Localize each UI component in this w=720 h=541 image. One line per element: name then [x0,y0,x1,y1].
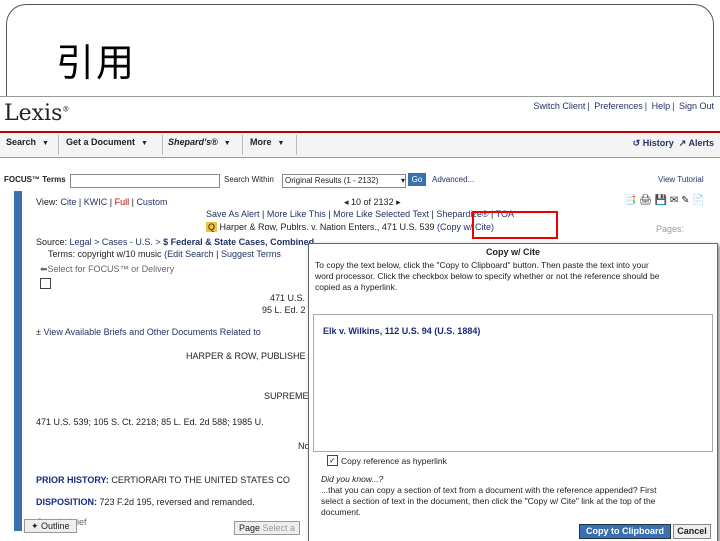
cite-text: Elk v. Wilkins, 112 U.S. 94 (U.S. 1884) [323,326,481,336]
doc-title-row: Q Harper & Row, Publrs. v. Nation Enters… [206,222,494,232]
did-you-know-title: Did you know...? [321,474,384,484]
chevron-down-icon: ▼ [223,140,231,147]
chevron-down-icon: ▾ [400,176,405,185]
highlight-box [472,211,558,239]
source-row: Source: Legal > Cases - U.S. > $ Federal… [36,237,315,247]
slide-title: 引用 [56,41,137,85]
advanced-link[interactable]: Advanced... [432,175,474,184]
history-icon: ↺ [632,138,641,148]
bottom-tabs: ✦ Outline Page Select a [24,519,301,535]
source-path-link[interactable]: Legal > Cases - U.S. > [70,237,161,247]
view-cite[interactable]: Cite [60,197,76,207]
chevron-down-icon: ▼ [42,140,49,147]
doc-tools-icons[interactable]: 📑 🖨 💾 ✉ ✎ 📄 [624,195,705,206]
nav-search[interactable]: Search ▼ [6,137,49,147]
nav-right: ↺ History ↗ Alerts [633,138,714,149]
nav-more[interactable]: More ▼ [250,137,284,147]
more-like-this-link[interactable]: More Like This [267,209,326,219]
focus-terms-input[interactable] [70,174,220,188]
copy-w-cite-dialog: Copy w/ Cite To copy the text below, cli… [308,243,718,541]
cite-line-2: 95 L. Ed. 2 [262,305,306,315]
lexis-logo: Lexis® [4,101,70,126]
pager[interactable]: ◂ 10 of 2132 ▸ [344,197,401,208]
focus-bar: FOCUS™ Terms Search Within Original Resu… [0,171,720,191]
select-checkbox[interactable] [40,278,51,289]
action-links: Save As Alert | More Like This | More Li… [206,209,515,219]
more-like-selected-link[interactable]: More Like Selected Text [333,209,429,219]
copy-to-clipboard-button[interactable]: Copy to Clipboard [579,524,671,539]
go-button[interactable]: Go [408,173,426,186]
top-links: Switch Client | Preferences | Help | Sign O… [533,101,714,111]
lexis-screenshot: Lexis® Switch Client | Preferences | Help |… [0,96,720,541]
search-within-select[interactable]: Original Results (1 - 2132) ▾ [282,174,406,188]
select-focus-row[interactable]: ⬅Select for FOCUS™ or Delivery [40,264,174,275]
view-tutorial-link[interactable]: View Tutorial [658,175,704,184]
cancel-button[interactable]: Cancel [673,524,711,539]
page-tab[interactable]: Page Select a [234,521,301,535]
alerts-icon: ↗ [678,138,687,148]
history-link[interactable]: History [643,138,674,148]
terms-value: copyright w/10 music [77,249,162,259]
view-row: View: Cite | KWIC | Full | Custom [36,197,168,207]
preferences-link[interactable]: Preferences [594,101,643,111]
party-line: HARPER & ROW, PUBLISHE [186,351,306,361]
outline-tab[interactable]: ✦ Outline [24,519,77,533]
view-custom[interactable]: Custom [136,197,167,207]
nav-shepards[interactable]: Shepard's® ▼ [168,137,231,147]
view-full[interactable]: Full [115,197,130,207]
chevron-down-icon: ▼ [277,140,285,147]
alerts-link[interactable]: Alerts [688,138,714,148]
prior-history-row: PRIOR HISTORY: CERTIORARI TO THE UNITED … [36,475,290,485]
view-kwic[interactable]: KWIC [84,197,108,207]
expand-icon: ± [36,327,41,337]
disposition-row: DISPOSITION: 723 F.2d 195, reversed and … [36,497,255,507]
checkbox-label: Copy reference as hyperlink [341,456,447,466]
nav-get-document[interactable]: Get a Document ▼ [66,137,148,147]
switch-client-link[interactable]: Switch Client [533,101,585,111]
focus-label: FOCUS™ Terms [4,175,66,184]
dialog-instructions: To copy the text below, click the "Copy … [315,260,660,292]
search-within-label: Search Within [224,175,274,184]
sign-out-link[interactable]: Sign Out [679,101,714,111]
citation-line: 471 U.S. 539; 105 S. Ct. 2218; 85 L. Ed.… [36,417,264,427]
source-name-link[interactable]: $ Federal & State Cases, Combined [163,237,314,247]
cite-line-1: 471 U.S. [270,293,306,303]
edit-search-link[interactable]: (Edit Search [164,249,214,259]
left-side-strip[interactable] [14,191,22,531]
hyperlink-checkbox[interactable]: ✓ [327,455,338,466]
terms-row: Terms: copyright w/10 music (Edit Search… [48,249,281,259]
main-nav: Search ▼ Get a Document ▼ Shepard's® ▼ More… [0,131,720,158]
suggest-terms-link[interactable]: Suggest Terms [221,249,281,259]
tip-text: ...that you can copy a section of text f… [321,485,657,517]
dialog-title: Copy w/ Cite [485,247,540,257]
doc-flag-icon: Q [206,222,218,232]
court-line: SUPREME [264,391,309,401]
pages-label: Pages: [656,224,685,234]
help-link[interactable]: Help [652,101,671,111]
view-briefs-row[interactable]: ± View Available Briefs and Other Docume… [36,327,261,337]
chevron-down-icon: ▼ [141,140,148,147]
save-as-alert-link[interactable]: Save As Alert [206,209,260,219]
doc-title: Harper & Row, Publrs. v. Nation Enters.,… [219,222,435,232]
